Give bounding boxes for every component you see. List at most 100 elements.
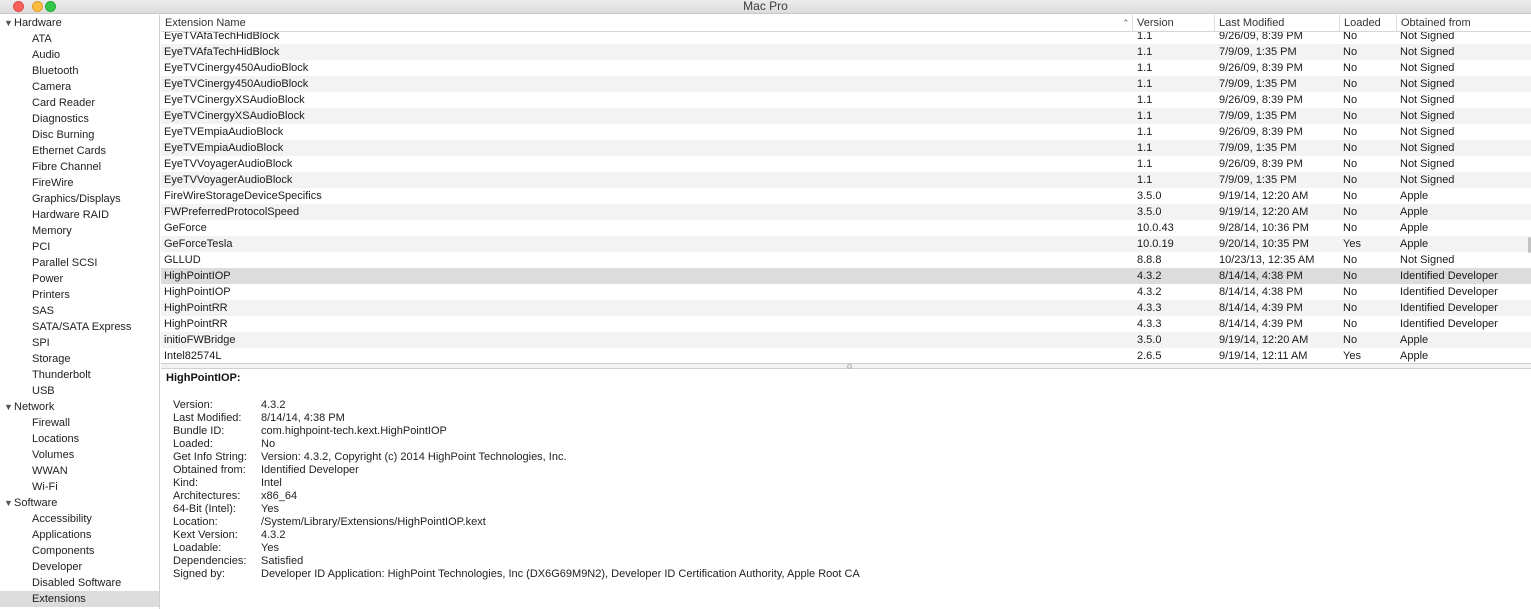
sidebar-item-locations[interactable]: Locations <box>0 431 159 447</box>
table-row[interactable]: GeForceTesla 10.0.19 9/20/14, 10:35 PM Yes A… <box>161 236 1531 252</box>
column-header-version[interactable]: Version <box>1132 15 1214 32</box>
table-row[interactable]: EyeTVEmpiaAudioBlock 1.1 9/26/09, 8:39 PM N… <box>161 124 1531 140</box>
version-cell: 1.1 <box>1137 174 1153 186</box>
table-row[interactable]: EyeTVEmpiaAudioBlock 1.1 7/9/09, 1:35 PM No… <box>161 140 1531 156</box>
sidebar-item-volumes[interactable]: Volumes <box>0 447 159 463</box>
version-cell: 1.1 <box>1137 78 1153 90</box>
sidebar-item-wwan[interactable]: WWAN <box>0 463 159 479</box>
disclosure-triangle-icon[interactable]: ▼ <box>4 15 14 31</box>
detail-property-architectures: Architectures: x86_64 <box>173 490 860 503</box>
sidebar-item-fibre-channel[interactable]: Fibre Channel <box>0 159 159 175</box>
version-cell: 1.1 <box>1137 110 1153 122</box>
column-header-loaded[interactable]: Loaded <box>1339 15 1396 32</box>
sidebar-item-storage[interactable]: Storage <box>0 351 159 367</box>
table-row[interactable]: EyeTVVoyagerAudioBlock 1.1 9/26/09, 8:39 P… <box>161 156 1531 172</box>
last-modified-cell: 7/9/09, 1:35 PM <box>1219 174 1297 186</box>
sidebar-item-wi-fi[interactable]: Wi-Fi <box>0 479 159 495</box>
version-cell: 8.8.8 <box>1137 254 1162 266</box>
table-row[interactable]: initioFWBridge 3.5.0 9/19/14, 12:20 AM No Ap… <box>161 332 1531 348</box>
table-row[interactable]: EyeTVCinergyXSAudioBlock 1.1 7/9/09, 1:35 … <box>161 108 1531 124</box>
sidebar-item-parallel-scsi[interactable]: Parallel SCSI <box>0 255 159 271</box>
disclosure-triangle-icon[interactable]: ▼ <box>4 399 14 415</box>
sidebar-item-spi[interactable]: SPI <box>0 335 159 351</box>
extension-name-cell: EyeTVCinergyXSAudioBlock <box>164 94 305 106</box>
table-row[interactable]: EyeTVCinergyXSAudioBlock 1.1 9/26/09, 8:39… <box>161 92 1531 108</box>
sidebar-item-audio[interactable]: Audio <box>0 47 159 63</box>
sidebar-item-usb[interactable]: USB <box>0 383 159 399</box>
column-header-obtained-from[interactable]: Obtained from <box>1396 15 1531 32</box>
table-row[interactable]: HighPointIOP 4.3.2 8/14/14, 4:38 PM No Ident… <box>161 268 1531 284</box>
sidebar-item-pci[interactable]: PCI <box>0 239 159 255</box>
extension-name-cell: FireWireStorageDeviceSpecifics <box>164 190 322 202</box>
sidebar-item-bluetooth[interactable]: Bluetooth <box>0 63 159 79</box>
property-key: Location: <box>173 516 218 528</box>
sidebar-item-card-reader[interactable]: Card Reader <box>0 95 159 111</box>
obtained-from-cell: Apple <box>1400 350 1429 362</box>
loaded-cell: No <box>1343 110 1358 122</box>
table-row[interactable]: EyeTVAfaTechHidBlock 1.1 7/9/09, 1:35 PM No… <box>161 44 1531 60</box>
last-modified-cell: 9/19/14, 12:20 AM <box>1219 334 1309 346</box>
table-row[interactable]: GLLUD 8.8.8 10/23/13, 12:35 AM No Not Signed <box>161 252 1531 268</box>
sidebar-item-disabled-software[interactable]: Disabled Software <box>0 575 159 591</box>
disclosure-triangle-icon[interactable]: ▼ <box>4 495 14 511</box>
sidebar-item-power[interactable]: Power <box>0 271 159 287</box>
obtained-from-cell: Not Signed <box>1400 110 1455 122</box>
loaded-cell: Yes <box>1343 350 1361 362</box>
sidebar-item-sas[interactable]: SAS <box>0 303 159 319</box>
table-row[interactable]: FireWireStorageDeviceSpecifics 3.5.0 9/19/… <box>161 188 1531 204</box>
property-key: Dependencies: <box>173 555 247 567</box>
sidebar-item-diagnostics[interactable]: Diagnostics <box>0 111 159 127</box>
property-key: Signed by: <box>173 568 225 580</box>
extensions-table: Extension Name ⌃ Version Last Modified L… <box>161 15 1531 363</box>
sidebar-item-developer[interactable]: Developer <box>0 559 159 575</box>
property-key: Loadable: <box>173 542 222 554</box>
sidebar-item-camera[interactable]: Camera <box>0 79 159 95</box>
table-row[interactable]: FWPreferredProtocolSpeed 3.5.0 9/19/14, 12… <box>161 204 1531 220</box>
loaded-cell: No <box>1343 286 1358 298</box>
extension-name-cell: FWPreferredProtocolSpeed <box>164 206 300 218</box>
column-header-extension-name[interactable]: Extension Name <box>161 15 1131 32</box>
property-key: Kind: <box>173 477 199 489</box>
sidebar-item-ata[interactable]: ATA <box>0 31 159 47</box>
sidebar-item-applications[interactable]: Applications <box>0 527 159 543</box>
extension-name-cell: HighPointIOP <box>164 286 231 298</box>
property-value: Identified Developer <box>261 464 359 476</box>
obtained-from-cell: Not Signed <box>1400 32 1455 42</box>
sidebar-item-firewire[interactable]: FireWire <box>0 175 159 191</box>
table-row[interactable]: EyeTVCinergy450AudioBlock 1.1 9/26/09, 8:3… <box>161 60 1531 76</box>
table-row[interactable]: HighPointRR 4.3.3 8/14/14, 4:39 PM No Identi… <box>161 316 1531 332</box>
property-key: Kext Version: <box>173 529 238 541</box>
sidebar-section-network[interactable]: ▼Network <box>0 399 159 415</box>
property-value: 4.3.2 <box>261 399 286 411</box>
sidebar-item-hardware-raid[interactable]: Hardware RAID <box>0 207 159 223</box>
sidebar-item-sata-sata-express[interactable]: SATA/SATA Express <box>0 319 159 335</box>
table-row[interactable]: HighPointIOP 4.3.2 8/14/14, 4:38 PM No Ident… <box>161 284 1531 300</box>
column-header-last-modified[interactable]: Last Modified <box>1214 15 1339 32</box>
sidebar-section-label: Network <box>14 401 55 413</box>
table-row[interactable]: GeForce 10.0.43 9/28/14, 10:36 PM No Apple <box>161 220 1531 236</box>
table-row[interactable]: EyeTVAfaTechHidBlock 1.1 9/26/09, 8:39 PM N… <box>161 32 1531 44</box>
sidebar-item-components[interactable]: Components <box>0 543 159 559</box>
table-row[interactable]: HighPointRR 4.3.3 8/14/14, 4:39 PM No Identi… <box>161 300 1531 316</box>
sidebar-item-extensions[interactable]: Extensions <box>0 591 159 607</box>
sidebar-item-firewall[interactable]: Firewall <box>0 415 159 431</box>
detail-title: HighPointIOP: <box>166 372 241 384</box>
table-row[interactable]: EyeTVVoyagerAudioBlock 1.1 7/9/09, 1:35 PM… <box>161 172 1531 188</box>
sidebar-item-graphics-displays[interactable]: Graphics/Displays <box>0 191 159 207</box>
version-cell: 10.0.43 <box>1137 222 1174 234</box>
sidebar-item-disc-burning[interactable]: Disc Burning <box>0 127 159 143</box>
table-row[interactable]: EyeTVCinergy450AudioBlock 1.1 7/9/09, 1:35… <box>161 76 1531 92</box>
detail-property-loaded: Loaded: No <box>173 438 860 451</box>
extension-name-cell: EyeTVCinergy450AudioBlock <box>164 62 309 74</box>
sidebar-section-hardware[interactable]: ▼Hardware <box>0 15 159 31</box>
extension-name-cell: GLLUD <box>164 254 201 266</box>
extension-name-cell: EyeTVCinergyXSAudioBlock <box>164 110 305 122</box>
sidebar-item-accessibility[interactable]: Accessibility <box>0 511 159 527</box>
property-key: Architectures: <box>173 490 241 502</box>
sidebar-item-printers[interactable]: Printers <box>0 287 159 303</box>
sidebar-item-ethernet-cards[interactable]: Ethernet Cards <box>0 143 159 159</box>
sidebar-section-software[interactable]: ▼Software <box>0 495 159 511</box>
table-row[interactable]: Intel82574L 2.6.5 9/19/14, 12:11 AM Yes Appl… <box>161 348 1531 363</box>
sidebar-item-thunderbolt[interactable]: Thunderbolt <box>0 367 159 383</box>
sidebar-item-memory[interactable]: Memory <box>0 223 159 239</box>
